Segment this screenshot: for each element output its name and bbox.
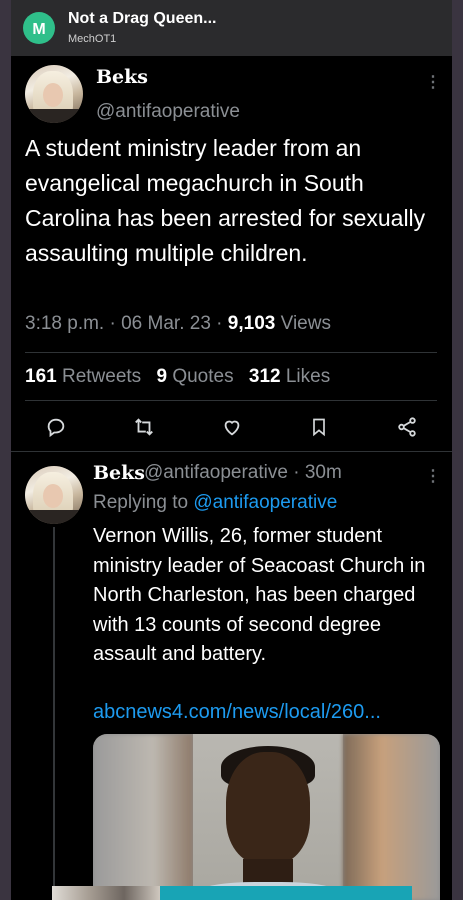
bookmark-icon[interactable] <box>305 413 333 441</box>
m-logo-icon: M <box>32 21 45 38</box>
bottom-preview-strip <box>52 886 412 900</box>
retweets-stat[interactable]: 161 Retweets <box>25 366 141 387</box>
svg-text:M: M <box>32 21 45 38</box>
reply-handle[interactable]: @antifaoperative <box>144 462 288 483</box>
handle[interactable]: @antifaoperative <box>96 101 240 123</box>
chat-header[interactable]: M Not a Drag Queen... MechOT1 <box>11 0 452 56</box>
reply-handle-line: @antifaoperative · 30m <box>144 462 342 484</box>
share-icon[interactable] <box>393 413 421 441</box>
chat-title: Not a Drag Queen... <box>68 10 217 27</box>
quotes-label: Quotes <box>172 366 234 387</box>
article-link[interactable]: abcnews4.com/news/local/260... <box>93 701 443 724</box>
reply-display-name[interactable]: Beks <box>93 462 145 484</box>
replying-to-link[interactable]: @antifaoperative <box>193 492 337 513</box>
preview-thumbnail <box>52 886 160 900</box>
likes-stat[interactable]: 312 Likes <box>249 366 330 387</box>
meta-separator: · <box>109 313 122 334</box>
divider <box>25 400 437 401</box>
tweet-date: 06 Mar. 23 <box>121 313 211 334</box>
thread-line <box>53 527 55 900</box>
likes-label: Likes <box>285 366 331 387</box>
more-options-icon[interactable]: ⋮ <box>425 466 441 486</box>
tweet-time: 3:18 p.m. <box>25 313 105 334</box>
tweet-stats: 161 Retweets 9 Quotes 312 Likes <box>25 366 330 388</box>
views-count: 9,103 <box>227 313 276 334</box>
divider <box>25 352 437 353</box>
retweet-icon[interactable] <box>130 413 158 441</box>
avatar[interactable] <box>25 466 83 524</box>
more-options-icon[interactable]: ⋮ <box>425 72 441 92</box>
replying-prefix: Replying to <box>93 492 189 513</box>
reply-age: 30m <box>304 462 342 483</box>
tweet-text: A student ministry leader from an evange… <box>25 135 426 266</box>
app-icon: M <box>23 12 55 44</box>
meta-separator: · <box>293 462 305 483</box>
avatar[interactable] <box>25 65 83 123</box>
mugshot-image[interactable] <box>93 734 440 900</box>
reply-icon[interactable] <box>42 413 70 441</box>
app-frame: M Not a Drag Queen... MechOT1 Beks @anti… <box>11 0 452 900</box>
action-bar <box>45 413 437 443</box>
replying-to: Replying to @antifaoperative <box>93 492 337 514</box>
reply-text: Vernon Willis, 26, former student minist… <box>93 525 426 665</box>
quotes-count: 9 <box>156 366 168 387</box>
chat-subtitle: MechOT1 <box>68 33 117 45</box>
tweet-meta: 3:18 p.m. · 06 Mar. 23 · 9,103 Views <box>25 313 331 335</box>
meta-separator: · <box>216 313 228 334</box>
likes-count: 312 <box>248 366 281 387</box>
divider <box>11 451 452 452</box>
like-icon[interactable] <box>218 413 246 441</box>
retweets-count: 161 <box>25 366 57 387</box>
retweets-label: Retweets <box>61 366 142 387</box>
display-name[interactable]: Beks <box>96 66 148 88</box>
quotes-stat[interactable]: 9 Quotes <box>156 366 233 387</box>
views-label: Views <box>280 313 331 334</box>
